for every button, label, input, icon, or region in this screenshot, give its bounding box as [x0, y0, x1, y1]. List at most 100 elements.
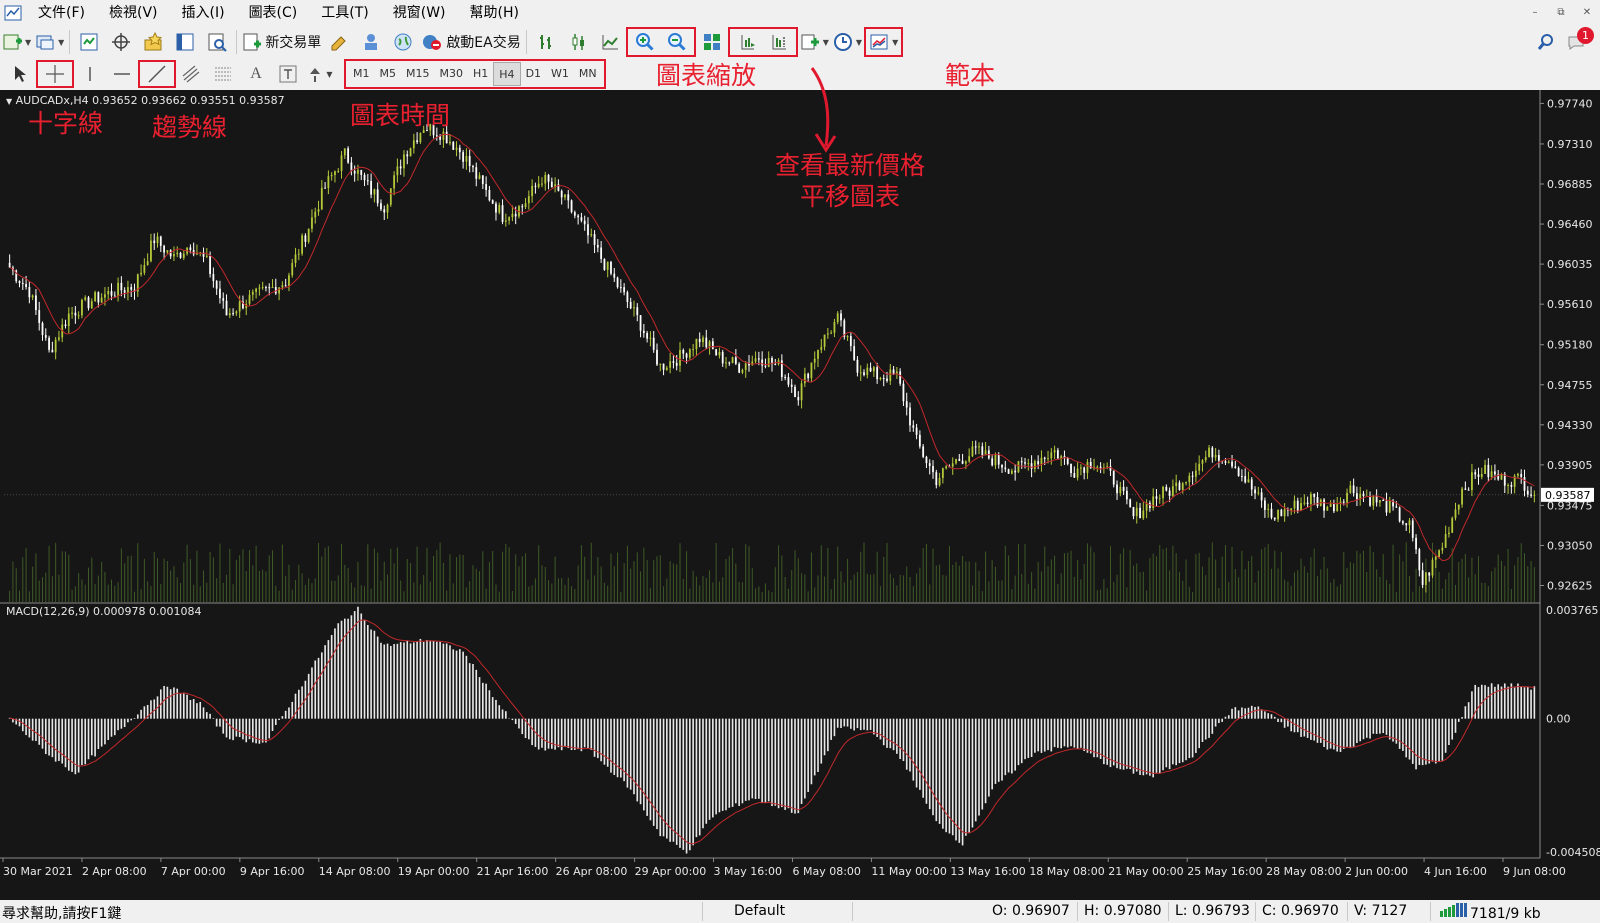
candle-body [968, 456, 971, 462]
candle-body [67, 313, 70, 326]
candle-body [725, 362, 727, 364]
candle-body [1155, 496, 1158, 499]
candle-body [1339, 501, 1342, 504]
candle-body [176, 252, 179, 255]
menu-insert[interactable]: 插入(I) [170, 0, 237, 26]
signals-button[interactable] [357, 28, 385, 56]
candle-body [1214, 454, 1217, 458]
market-button[interactable] [389, 28, 417, 56]
trendline-button[interactable] [143, 60, 171, 88]
candle-body [465, 155, 468, 162]
candle-body [281, 285, 284, 288]
timeframe-m5[interactable]: M5 [375, 62, 402, 86]
menu-help[interactable]: 幫助(H) [458, 0, 531, 26]
periods-button[interactable]: ▼ [833, 28, 862, 56]
metaeditor-button[interactable] [325, 28, 353, 56]
strategy-tester-button[interactable] [203, 28, 231, 56]
arrows-button[interactable]: ▼ [306, 60, 334, 88]
bar-chart-button[interactable] [532, 28, 560, 56]
candle-body [1208, 447, 1210, 458]
text-a-icon: A [250, 65, 262, 82]
line-chart-button[interactable] [596, 28, 624, 56]
candle-body [1431, 559, 1434, 576]
menu-charts[interactable]: 圖表(C) [237, 0, 310, 26]
zoom-in-button[interactable] [631, 28, 659, 56]
candle-body [807, 373, 810, 379]
candle-body [932, 466, 934, 473]
candle-body [94, 292, 96, 302]
macd-axis-label: -0.004508 [1546, 846, 1600, 859]
date-axis-label: 9 Apr 16:00 [240, 865, 305, 878]
tile-windows-button[interactable] [698, 28, 726, 56]
timeframe-d1[interactable]: D1 [521, 62, 546, 86]
minimize-icon[interactable]: – [1522, 0, 1548, 26]
candle-body [974, 446, 977, 448]
search-button[interactable] [1532, 28, 1560, 56]
data-window-button[interactable] [107, 28, 135, 56]
candle-body [1428, 572, 1431, 576]
timeframe-h4[interactable]: H4 [493, 62, 521, 86]
menu-file[interactable]: 文件(F) [26, 0, 97, 26]
candle-body [399, 166, 402, 169]
equidistant-channel-button[interactable] [178, 60, 206, 88]
timeframe-w1[interactable]: W1 [546, 62, 574, 86]
zoom-out-button[interactable] [663, 28, 691, 56]
candle-body [646, 333, 649, 339]
new-chart-icon [3, 34, 22, 50]
candle-body [915, 427, 918, 435]
candle-body [1306, 502, 1309, 505]
auto-trading-button[interactable]: 啟動EA交易 [421, 28, 521, 56]
candle-body [104, 294, 106, 298]
candle-body [981, 446, 984, 456]
status-bar: 尋求幫助,請按F1鍵 Default O: 0.96907 H: 0.97080… [0, 900, 1600, 923]
menu-window[interactable]: 視窗(W) [381, 0, 458, 26]
candle-body [823, 334, 826, 347]
candle-body [938, 477, 941, 486]
auto-scroll-button[interactable] [733, 28, 761, 56]
close-icon[interactable]: ✕ [1574, 0, 1600, 26]
profiles-button[interactable]: ▼ [35, 28, 64, 56]
new-chart-button[interactable]: ▼ [2, 28, 31, 56]
timeframe-m1[interactable]: M1 [348, 62, 375, 86]
indicators-button[interactable]: ▼ [800, 28, 829, 56]
crosshair-button[interactable] [41, 60, 69, 88]
candle-body [491, 200, 494, 204]
cursor-button[interactable] [6, 60, 34, 88]
text-label-button[interactable] [274, 60, 302, 88]
notifications-button[interactable]: 1 [1564, 27, 1594, 56]
navigator-button[interactable] [139, 28, 167, 56]
chart-shift-button[interactable] [765, 28, 793, 56]
clock-icon [833, 33, 852, 51]
timeframe-m15[interactable]: M15 [401, 62, 435, 86]
candle-body [337, 170, 340, 172]
templates-button[interactable]: ▼ [869, 28, 898, 56]
candle-body [504, 220, 507, 222]
fibonacci-button[interactable] [210, 60, 238, 88]
candle-body [472, 166, 474, 168]
menu-view[interactable]: 檢視(V) [97, 0, 170, 26]
text-button[interactable]: A [242, 60, 270, 88]
timeframe-h1[interactable]: H1 [468, 62, 493, 86]
chart-header: ▼ AUDCADx,H4 0.93652 0.93662 0.93551 0.9… [6, 94, 285, 107]
candle-body [1517, 473, 1519, 476]
candle-body [997, 454, 1000, 465]
candle-body [1379, 500, 1381, 503]
candle-body [343, 148, 346, 156]
restore-icon[interactable]: ⧉ [1548, 0, 1574, 26]
timeframe-m30[interactable]: M30 [435, 62, 469, 86]
candlestick-button[interactable] [564, 28, 592, 56]
menu-tools[interactable]: 工具(T) [309, 0, 380, 26]
market-watch-button[interactable] [75, 28, 103, 56]
candle-body [1323, 499, 1325, 511]
new-order-button[interactable]: 新交易單 [242, 28, 321, 56]
candle-body [531, 185, 534, 197]
candle-body [626, 292, 629, 302]
timeframe-selector: M1 M5 M15 M30 H1 H4 D1 W1 MN [344, 59, 606, 89]
vertical-line-button[interactable] [76, 60, 104, 88]
candle-body [767, 358, 770, 367]
horizontal-line-button[interactable] [108, 60, 136, 88]
candle-body [636, 307, 639, 316]
terminal-button[interactable] [171, 28, 199, 56]
timeframe-mn[interactable]: MN [574, 62, 602, 86]
app-icon[interactable] [0, 0, 26, 26]
